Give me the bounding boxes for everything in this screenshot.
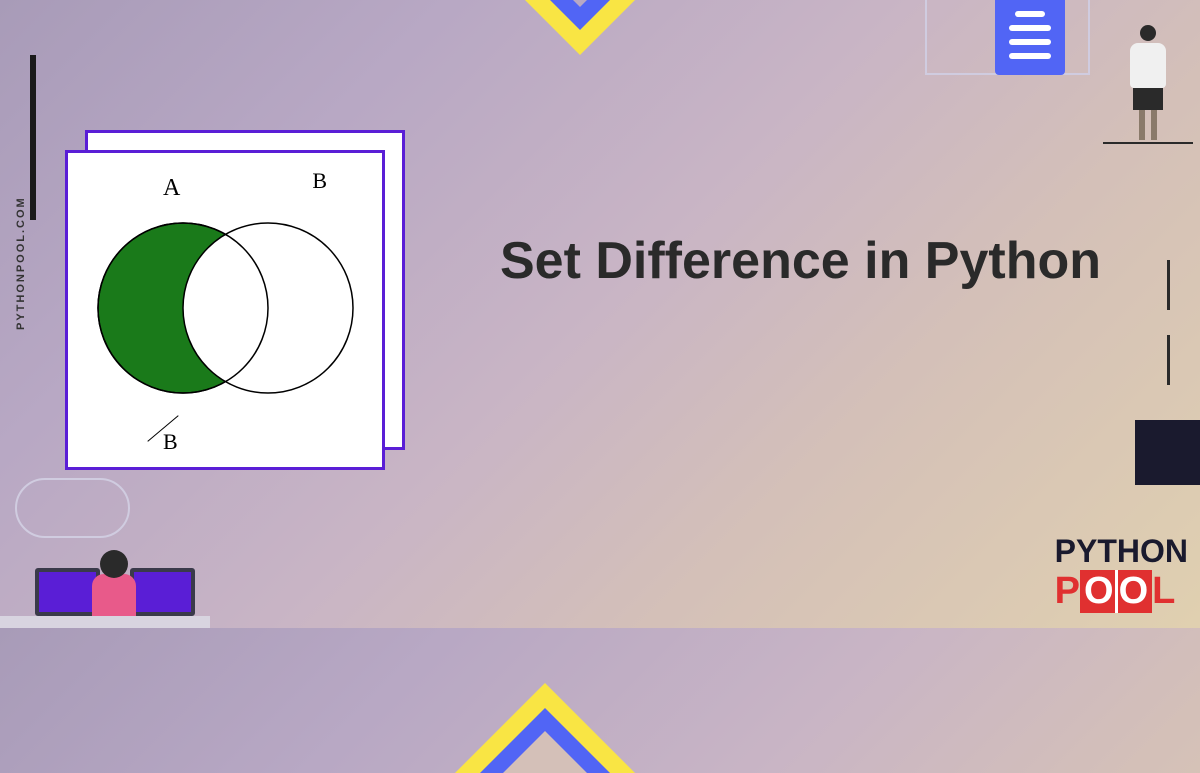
- python-pool-logo: PYTHON P O O L: [1055, 533, 1188, 613]
- venn-label-b-lower: B: [163, 429, 178, 455]
- desk-illustration: [0, 478, 220, 628]
- person-illustration: [1118, 25, 1178, 155]
- logo-letters-oo: O O: [1080, 570, 1152, 613]
- right-tick-1: [1167, 260, 1170, 310]
- logo-top-line: PYTHON: [1055, 533, 1188, 570]
- venn-label-a: A: [163, 175, 180, 202]
- site-url-label: PYTHONPOOL.COM: [15, 196, 27, 330]
- venn-label-b: B: [312, 168, 327, 194]
- venn-diagram-svg: [88, 213, 368, 413]
- menu-icon: [995, 0, 1065, 75]
- logo-letter-l: L: [1152, 570, 1175, 613]
- page-title: Set Difference in Python: [500, 230, 1101, 292]
- right-dark-block: [1135, 420, 1200, 485]
- logo-letter-p: P: [1055, 570, 1080, 613]
- venn-diagram-card: A B B: [65, 150, 385, 470]
- left-accent-bar: [30, 55, 36, 220]
- right-tick-2: [1167, 335, 1170, 385]
